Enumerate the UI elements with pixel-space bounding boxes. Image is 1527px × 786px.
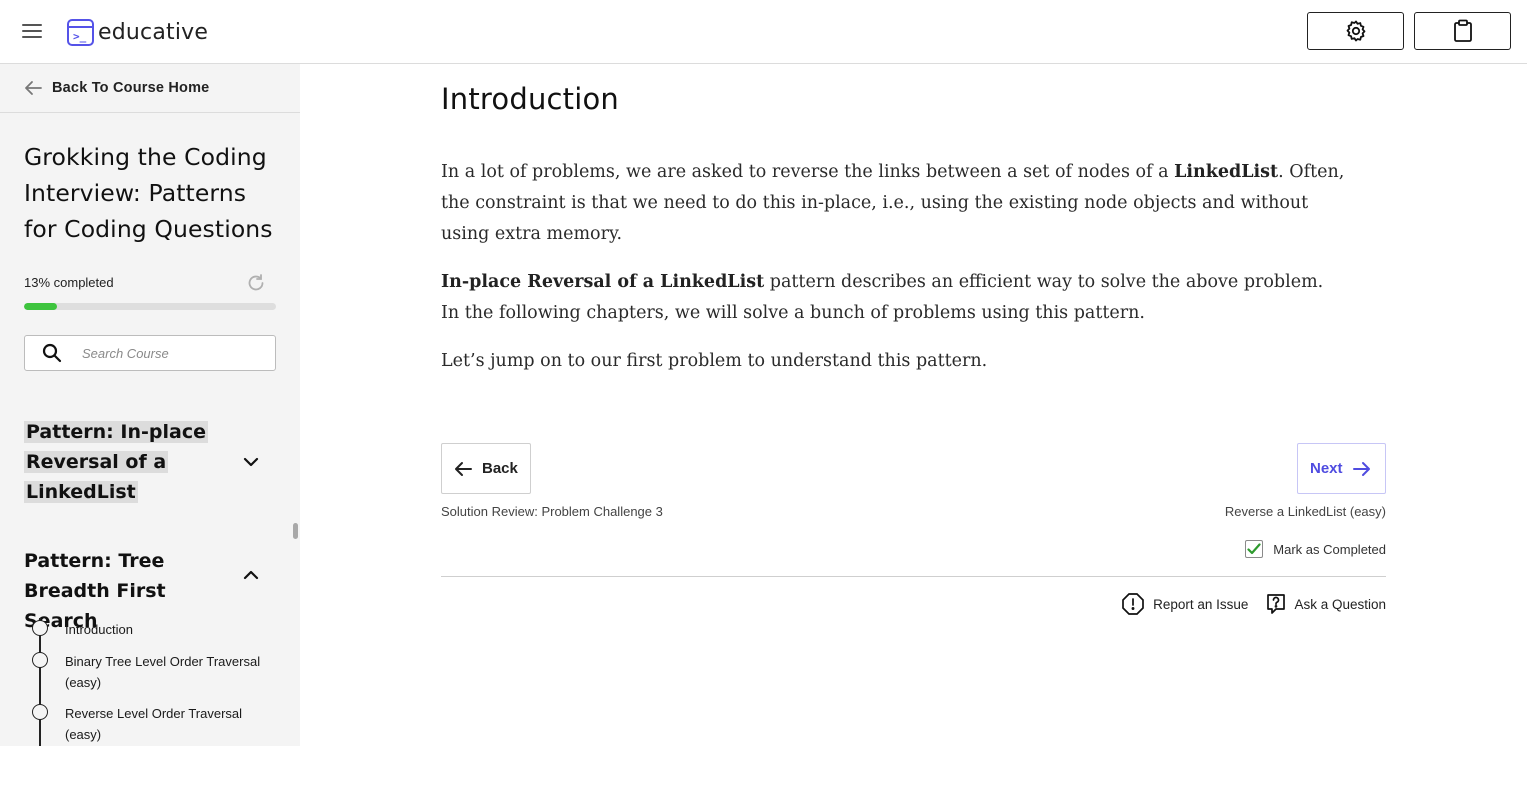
paragraph-pattern: In-place Reversal of a LinkedList patter…: [441, 272, 1324, 323]
hamburger-menu-icon[interactable]: [22, 24, 42, 40]
ask-question-label: Ask a Question: [1294, 596, 1386, 612]
next-button[interactable]: Next: [1297, 443, 1386, 494]
search-icon: [42, 343, 62, 363]
gear-icon: [1346, 20, 1365, 42]
settings-button[interactable]: [1307, 12, 1404, 50]
top-bar: >_ educative: [0, 0, 1527, 64]
search-course-box[interactable]: [24, 335, 276, 371]
course-sidebar: Back To Course Home Grokking the Coding …: [0, 64, 300, 746]
arrow-left-icon: [25, 81, 42, 95]
clipboard-icon: [1453, 19, 1472, 42]
lesson-title: Introduction: [65, 622, 133, 637]
back-to-course-home-link[interactable]: Back To Course Home: [0, 64, 300, 113]
chevron-down-icon[interactable]: [242, 453, 260, 471]
lesson-status-circle-icon: [32, 704, 48, 720]
back-button-label: Back: [482, 460, 518, 477]
progress-label: 13% completed: [24, 275, 114, 290]
previous-lesson-title[interactable]: Solution Review: Problem Challenge 3: [441, 504, 663, 519]
arrow-right-icon: [1352, 461, 1370, 476]
alert-octagon-icon: [1122, 593, 1144, 615]
educative-logo-icon: >_: [67, 18, 94, 46]
mark-completed-label: Mark as Completed: [1273, 541, 1386, 557]
lesson-status-circle-icon: [32, 620, 48, 636]
progress-bar-fill: [24, 303, 57, 310]
paragraph-intro: In a lot of problems, we are asked to re…: [441, 162, 1345, 244]
checkmark-icon: [1247, 543, 1261, 555]
back-button[interactable]: Back: [441, 443, 531, 494]
lesson-content: Introduction In a lot of problems, we ar…: [300, 64, 1527, 786]
sidebar-scrollbar[interactable]: [293, 523, 298, 539]
course-outline[interactable]: Pattern: In-place Reversal of a LinkedLi…: [0, 396, 291, 746]
mark-completed-checkbox[interactable]: [1245, 540, 1264, 558]
page-title: Introduction: [441, 82, 620, 116]
paragraph-jump: Let’s jump on to our first problem to un…: [441, 351, 988, 371]
section-title: Pattern: In-place Reversal of a LinkedLi…: [24, 421, 208, 503]
clipboard-button[interactable]: [1414, 12, 1511, 50]
lesson-status-circle-icon: [32, 652, 48, 668]
lesson-title: Reverse Level Order Traversal (easy): [65, 706, 243, 742]
footer-links: Report an Issue Ask a Question: [1121, 592, 1386, 616]
arrow-left-icon: [455, 461, 472, 476]
logo-text: educative: [98, 19, 209, 45]
divider: [441, 576, 1386, 577]
next-lesson-title[interactable]: Reverse a LinkedList (easy): [1225, 504, 1386, 519]
progress-bar: [24, 303, 276, 310]
search-course-input[interactable]: [82, 345, 262, 361]
lesson-title: Binary Tree Level Order Traversal (easy): [65, 654, 261, 690]
next-button-label: Next: [1310, 460, 1343, 477]
back-to-course-home-label: Back To Course Home: [52, 80, 210, 96]
report-issue-label: Report an Issue: [1153, 596, 1249, 612]
refresh-icon[interactable]: [246, 273, 266, 293]
section-inplace-reversal[interactable]: Pattern: In-place Reversal of a LinkedLi…: [24, 417, 274, 507]
ask-question-link[interactable]: Ask a Question: [1266, 593, 1386, 615]
logo[interactable]: >_ educative: [67, 18, 208, 46]
mark-as-completed[interactable]: Mark as Completed: [1245, 540, 1386, 558]
course-title: Grokking the Coding Interview: Patterns …: [24, 143, 273, 243]
chevron-up-icon[interactable]: [242, 566, 260, 584]
lesson-timeline: [39, 618, 41, 746]
report-issue-link[interactable]: Report an Issue: [1121, 592, 1248, 616]
question-bubble-icon: [1267, 594, 1286, 614]
